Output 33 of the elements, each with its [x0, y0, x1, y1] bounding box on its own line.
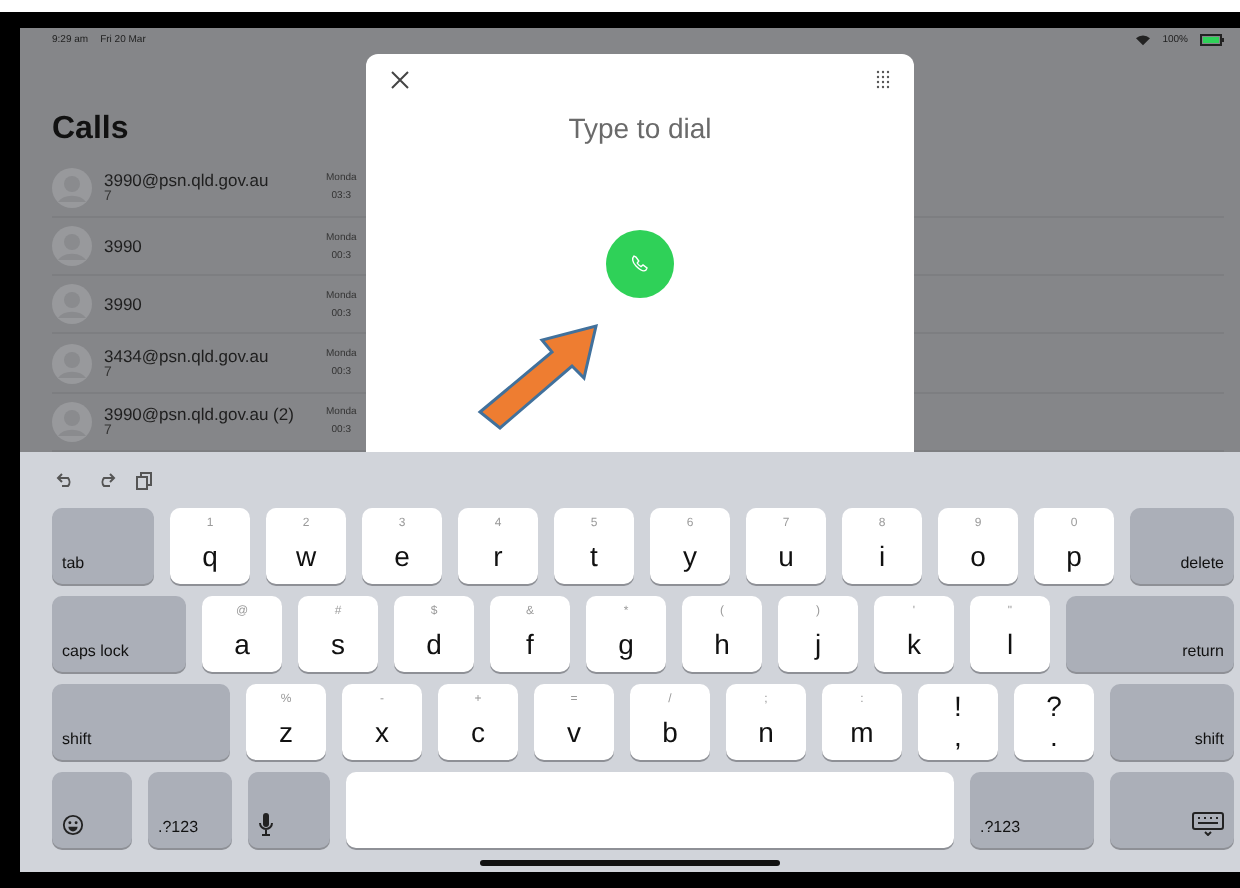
- function-key[interactable]: shift: [52, 684, 230, 760]
- key[interactable]: ? .: [1014, 684, 1094, 760]
- dictation-key[interactable]: [248, 772, 330, 848]
- smiley-icon: [62, 814, 84, 836]
- hide-keyboard-key[interactable]: [1110, 772, 1234, 848]
- function-key[interactable]: delete: [1130, 508, 1234, 584]
- page-title: Calls: [52, 111, 129, 148]
- keyboard-icon: [1192, 812, 1224, 836]
- function-key[interactable]: .?123: [148, 772, 232, 848]
- key[interactable]: ! ,: [918, 684, 998, 760]
- contact-name: 3990: [104, 294, 144, 315]
- function-key[interactable]: caps lock: [52, 596, 186, 672]
- dial-field[interactable]: Type to dial: [460, 110, 820, 146]
- paste-icon: [136, 471, 152, 489]
- phone-icon: [630, 254, 650, 274]
- contact-name: 3990@psn.qld.gov.au: [104, 169, 271, 190]
- function-key[interactable]: return: [1066, 596, 1234, 672]
- emoji-key[interactable]: [52, 772, 132, 848]
- call-button[interactable]: [606, 230, 674, 298]
- contact-name: 3990@psn.qld.gov.au (2): [104, 403, 296, 424]
- wifi-icon: [1136, 33, 1151, 46]
- close-icon: [390, 70, 410, 90]
- function-key[interactable]: .?123: [970, 772, 1094, 848]
- dialpad-icon: [876, 70, 890, 90]
- microphone-icon: [258, 812, 274, 836]
- function-key[interactable]: tab: [52, 508, 154, 584]
- contact-name: 3990: [104, 236, 144, 257]
- contact-name: 3434@psn.qld.gov.au: [104, 345, 271, 366]
- undo-icon: [56, 472, 76, 488]
- arrow-drawing: [472, 320, 600, 436]
- redo-icon: [96, 472, 116, 488]
- battery-icon: [1200, 33, 1224, 46]
- function-key[interactable]: shift: [1110, 684, 1234, 760]
